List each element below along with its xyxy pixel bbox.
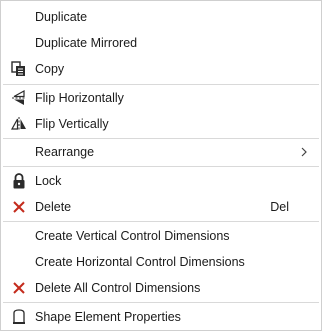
shortcut-text: Del [270,200,289,214]
menu-item-create-vertical-control-dimensions[interactable]: Create Vertical Control Dimensions [1,223,321,249]
menu-item-delete-all-control-dimensions[interactable]: Delete All Control Dimensions [1,275,321,301]
menu-item-create-horizontal-control-dimensions[interactable]: Create Horizontal Control Dimensions [1,249,321,275]
copy-icon [9,59,29,79]
flip-horizontal-icon [9,88,29,108]
delete-x-icon [9,197,29,217]
delete-x-icon [9,278,29,298]
menu-item-shape-element-properties[interactable]: Shape Element Properties [1,304,321,330]
menu-item-label: Create Vertical Control Dimensions [35,229,230,243]
menu-item-copy[interactable]: Copy [1,56,321,82]
menu-item-duplicate-mirrored[interactable]: Duplicate Mirrored [1,30,321,56]
menu-item-flip-vertically[interactable]: Flip Vertically [1,111,321,137]
menu-item-label: Delete All Control Dimensions [35,281,201,295]
menu-separator [3,221,319,222]
chevron-right-icon [299,146,309,158]
context-menu: Duplicate Duplicate Mirrored Copy Flip H… [0,0,322,331]
menu-item-lock[interactable]: Lock [1,168,321,194]
menu-item-label: Delete [35,200,72,214]
lock-icon [9,171,29,191]
menu-item-label: Copy [35,62,65,76]
menu-item-label: Flip Horizontally [35,91,124,105]
menu-item-rearrange[interactable]: Rearrange [1,139,321,165]
menu-item-label: Duplicate [35,10,88,24]
menu-item-label: Shape Element Properties [35,310,181,324]
menu-item-label: Create Horizontal Control Dimensions [35,255,245,269]
menu-item-label: Flip Vertically [35,117,109,131]
menu-separator [3,166,319,167]
menu-item-flip-horizontally[interactable]: Flip Horizontally [1,85,321,111]
menu-item-label: Lock [35,174,62,188]
menu-item-label: Rearrange [35,145,95,159]
menu-separator [3,302,319,303]
menu-item-delete[interactable]: Delete Del [1,194,321,220]
menu-item-duplicate[interactable]: Duplicate [1,4,321,30]
flip-vertical-icon [9,114,29,134]
menu-item-label: Duplicate Mirrored [35,36,138,50]
shape-properties-icon [9,307,29,327]
